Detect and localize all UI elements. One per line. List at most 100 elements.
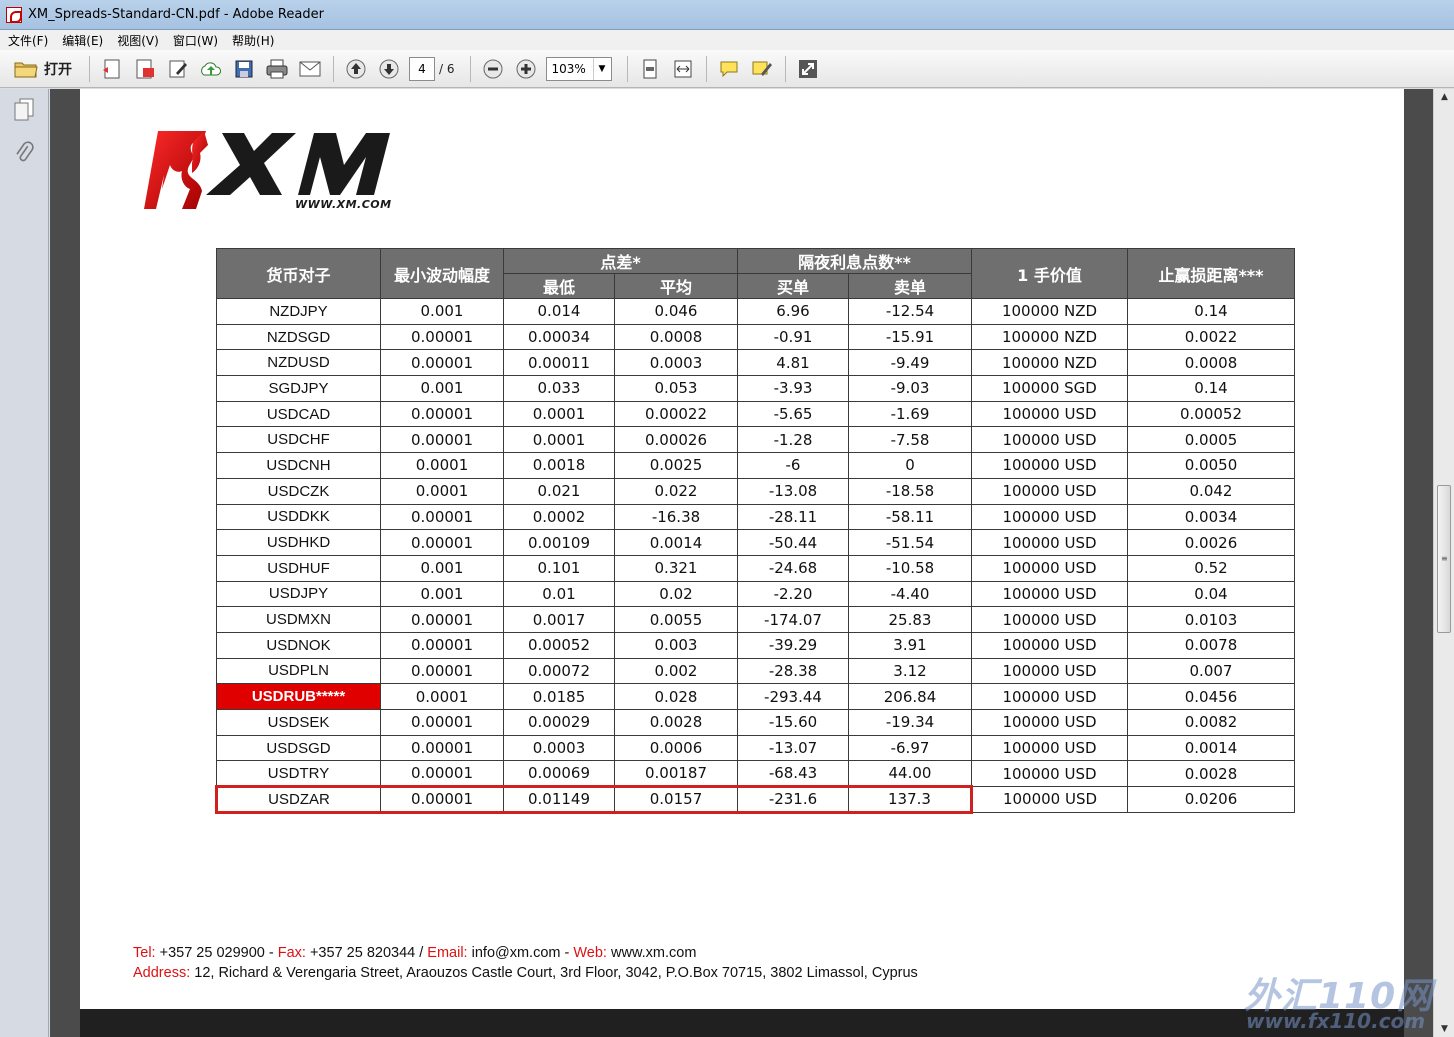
cell-swap-buy: -0.91 — [737, 323, 849, 351]
edit-button[interactable] — [165, 56, 191, 82]
cell-spread-low: 0.0185 — [503, 683, 615, 710]
cell-lot-value: 100000 USD — [971, 477, 1128, 505]
save-button[interactable] — [231, 56, 257, 82]
cell-min-tick: 0.00001 — [380, 709, 504, 736]
zoom-in-button[interactable] — [513, 56, 539, 82]
cell-spread-low: 0.021 — [503, 477, 615, 505]
speech-bubble-icon — [720, 61, 737, 77]
fit-width-button[interactable] — [670, 56, 696, 82]
table-row: USDRUB***** 0.0001 0.0185 0.028 -293.44 206.8… — [216, 683, 1295, 710]
cell-spread-low: 0.00072 — [503, 657, 615, 685]
cell-pair: USDHKD — [216, 529, 381, 556]
previous-page-button[interactable] — [343, 56, 369, 82]
highlight-button[interactable] — [749, 56, 775, 82]
next-page-button[interactable] — [376, 56, 402, 82]
cell-spread-low: 0.0002 — [503, 503, 615, 531]
menu-window[interactable]: 窗口(W) — [173, 32, 218, 49]
cell-spread-avg: 0.003 — [614, 631, 738, 659]
scroll-up-icon[interactable]: ▲ — [1434, 89, 1454, 105]
cell-swap-sell: -51.54 — [848, 529, 972, 556]
table-row: NZDJPY 0.001 0.014 0.046 6.96 -12.54 100000 NZ… — [216, 298, 1295, 325]
open-label: 打开 — [44, 61, 72, 78]
vertical-scrollbar[interactable]: ▲ ≡ ▼ — [1433, 89, 1454, 1037]
cell-lot-value: 100000 USD — [971, 786, 1128, 813]
attachments-panel-button[interactable] — [12, 141, 36, 167]
cell-lot-value: 100000 USD — [971, 606, 1128, 633]
cell-spread-low: 0.033 — [503, 375, 615, 402]
cell-pair: NZDJPY — [216, 298, 381, 325]
printer-icon — [266, 59, 288, 78]
menu-view[interactable]: 视图(V) — [117, 32, 159, 49]
table-row: NZDUSD 0.00001 0.00011 0.0003 4.81 -9.49 10000… — [216, 349, 1295, 377]
pdf-page: WWW.XM.COM 货币对子 最小波动幅度 点差* 隔夜利息点数** 1 手价… — [80, 89, 1404, 1009]
cell-lot-value: 100000 NZD — [971, 323, 1128, 351]
fullscreen-button[interactable] — [795, 56, 821, 82]
cell-swap-sell: -9.49 — [848, 349, 972, 377]
fit-page-button[interactable] — [637, 56, 663, 82]
page-number-input[interactable]: 4 — [409, 56, 435, 81]
cell-spread-low: 0.01149 — [503, 785, 615, 814]
cell-spread-low: 0.01 — [503, 580, 615, 608]
col-header-lot-value: 1 手价值 — [971, 248, 1128, 299]
table-row: USDMXN 0.00001 0.0017 0.0055 -174.07 25.83 100… — [216, 606, 1295, 633]
toolbar-separator — [705, 55, 707, 82]
cell-spread-avg: 0.002 — [614, 657, 738, 685]
cell-spread-avg: 0.00022 — [614, 400, 738, 428]
menu-file[interactable]: 文件(F) — [8, 32, 48, 49]
cell-swap-sell: -12.54 — [848, 298, 972, 325]
fit-page-icon — [643, 59, 656, 78]
cell-min-tick: 0.0001 — [380, 477, 504, 505]
cell-swap-buy: -174.07 — [737, 606, 849, 633]
cell-pair: USDPLN — [216, 657, 381, 685]
cell-spread-low: 0.00109 — [503, 529, 615, 556]
zoom-value: 103% — [551, 61, 586, 76]
cell-swap-buy: 6.96 — [737, 298, 849, 325]
cell-min-tick: 0.001 — [380, 554, 504, 582]
document-viewport: WWW.XM.COM 货币对子 最小波动幅度 点差* 隔夜利息点数** 1 手价… — [50, 89, 1433, 1037]
cell-lot-value: 100000 USD — [971, 631, 1128, 659]
upload-button[interactable] — [198, 56, 224, 82]
table-row: USDHUF 0.001 0.101 0.321 -24.68 -10.58 100000 … — [216, 554, 1295, 582]
cell-pair: SGDJPY — [216, 375, 381, 402]
fit-width-icon — [674, 60, 691, 77]
zoom-out-button[interactable] — [480, 56, 506, 82]
table-row: USDTRY 0.00001 0.00069 0.00187 -68.43 44.00 10… — [216, 760, 1295, 788]
cell-swap-sell: 206.84 — [848, 683, 972, 710]
scrollbar-thumb[interactable]: ≡ — [1437, 485, 1451, 633]
cell-min-tick: 0.0001 — [380, 683, 504, 710]
col-header-min-tick: 最小波动幅度 — [380, 248, 504, 299]
cell-swap-buy: -28.38 — [737, 657, 849, 685]
menu-help[interactable]: 帮助(H) — [232, 32, 274, 49]
pages-panel-button[interactable] — [12, 97, 36, 123]
export-pdf-button[interactable] — [132, 56, 158, 82]
tel-value: +357 25 029900 — [159, 945, 265, 961]
scroll-down-icon[interactable]: ▼ — [1434, 1021, 1454, 1037]
table-row: USDCAD 0.00001 0.0001 0.00022 -5.65 -1.69 1000… — [216, 400, 1295, 428]
fax-label: Fax: — [277, 945, 306, 961]
cell-lot-value: 100000 USD — [971, 657, 1128, 685]
web-label: Web: — [573, 945, 607, 961]
cell-spread-avg: 0.0006 — [614, 734, 738, 762]
cell-pair: USDSEK — [216, 709, 381, 736]
address-value: 12, Richard & Verengaria Street, Araouzo… — [194, 965, 918, 981]
cell-swap-buy: -68.43 — [737, 760, 849, 788]
zoom-select[interactable]: 103% ▼ — [545, 56, 612, 81]
menu-edit[interactable]: 编辑(E) — [62, 32, 103, 49]
page-total: / 6 — [439, 61, 455, 76]
cell-sl-distance: 0.0078 — [1127, 631, 1295, 659]
comment-button[interactable] — [716, 56, 742, 82]
cell-sl-distance: 0.0050 — [1127, 452, 1295, 479]
table-row: USDCNH 0.0001 0.0018 0.0025 -6 0 100000 USD 0.0… — [216, 452, 1295, 479]
cell-swap-buy: -24.68 — [737, 554, 849, 582]
chevron-down-icon[interactable]: ▼ — [592, 57, 611, 80]
cell-sl-distance: 0.0005 — [1127, 426, 1295, 454]
cell-lot-value: 100000 USD — [971, 426, 1128, 454]
cell-sl-distance: 0.0026 — [1127, 529, 1295, 556]
email-button[interactable] — [297, 56, 323, 82]
cell-spread-avg: 0.053 — [614, 375, 738, 402]
cell-spread-avg: 0.0014 — [614, 529, 738, 556]
print-button[interactable] — [264, 56, 290, 82]
cell-sl-distance: 0.0014 — [1127, 734, 1295, 762]
create-pdf-button[interactable] — [99, 56, 125, 82]
open-button[interactable]: 打开 — [14, 59, 72, 79]
